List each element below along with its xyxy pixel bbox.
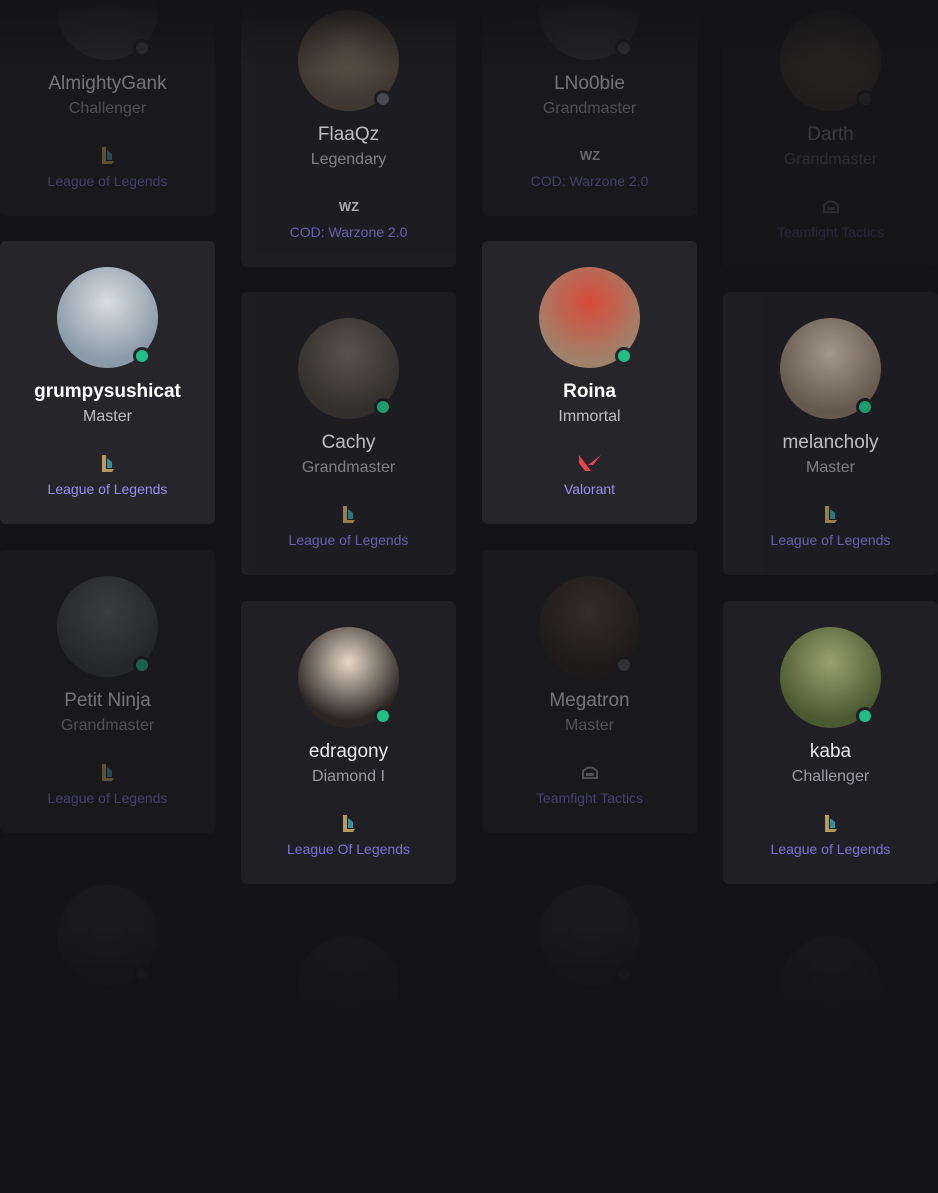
player-rank: Legendary	[310, 151, 387, 168]
game-icon	[241, 1122, 456, 1142]
status-indicator	[615, 347, 633, 365]
player-card[interactable]: LNo0bie Grandmaster WZ COD: Warzone 2.0	[482, 0, 697, 216]
svg-text:WZ: WZ	[579, 148, 599, 163]
league-of-legends-icon	[723, 813, 938, 833]
player-card[interactable]: melancholy Master League of Legends	[723, 292, 938, 575]
player-card[interactable]: AlmightyGank Challenger League of Legends	[0, 0, 215, 216]
game-link[interactable]: Teamfight Tactics	[723, 224, 938, 240]
player-card[interactable]	[482, 859, 697, 1142]
player-card[interactable]: edragony Diamond I League Of Legends	[241, 601, 456, 884]
player-rank: Grandmaster	[60, 717, 155, 734]
player-card[interactable]: grumpysushicat Master League of Legends	[0, 241, 215, 524]
status-indicator	[374, 707, 392, 725]
player-name[interactable]: kaba	[723, 741, 938, 763]
player-name[interactable]: AlmightyGank	[0, 73, 215, 95]
game-link[interactable]: League Of Legends	[241, 841, 456, 857]
game-link[interactable]: League of Legends	[0, 481, 215, 497]
game-icon	[482, 1071, 697, 1091]
league-of-legends-icon	[0, 762, 215, 782]
status-indicator	[856, 707, 874, 725]
player-name[interactable]: grumpysushicat	[0, 381, 215, 403]
status-indicator	[133, 39, 151, 57]
game-icon	[0, 1071, 215, 1091]
player-rank: Challenger	[791, 768, 870, 785]
league-of-legends-icon	[0, 145, 215, 165]
player-card[interactable]	[0, 859, 215, 1142]
player-card[interactable]: kaba Challenger League of Legends	[723, 601, 938, 884]
player-rank: Grandmaster	[301, 459, 396, 476]
league-of-legends-icon	[0, 453, 215, 473]
player-rank: Grandmaster	[783, 151, 878, 168]
valorant-icon	[482, 453, 697, 473]
status-indicator	[856, 90, 874, 108]
player-card[interactable]	[723, 910, 938, 1193]
warzone-icon: WZ	[241, 196, 456, 216]
player-rank: Master	[565, 717, 614, 734]
player-rank: Master	[83, 408, 132, 425]
league-of-legends-icon	[723, 504, 938, 524]
status-indicator	[615, 965, 633, 983]
status-indicator	[374, 1016, 392, 1034]
status-indicator	[133, 965, 151, 983]
game-link[interactable]: COD: Warzone 2.0	[482, 173, 697, 189]
status-indicator	[615, 656, 633, 674]
status-indicator	[856, 398, 874, 416]
player-rank: Diamond I	[312, 768, 385, 785]
game-link[interactable]: League of Legends	[241, 532, 456, 548]
game-icon	[723, 1122, 938, 1142]
player-name[interactable]: edragony	[241, 741, 456, 763]
player-rank: Immortal	[558, 408, 621, 425]
game-link[interactable]: League of Legends	[723, 532, 938, 548]
teamfight-tactics-icon	[723, 196, 938, 216]
svg-text:WZ: WZ	[338, 199, 358, 214]
status-indicator	[615, 39, 633, 57]
player-name[interactable]: FlaaQz	[241, 124, 456, 146]
player-name[interactable]: Cachy	[241, 432, 456, 454]
player-name[interactable]: Petit Ninja	[0, 690, 215, 712]
player-name[interactable]: Darth	[723, 124, 938, 146]
player-name[interactable]: melancholy	[723, 432, 938, 454]
game-link[interactable]: League of Legends	[723, 841, 938, 857]
game-link[interactable]: Valorant	[482, 481, 697, 497]
player-name[interactable]: Roina	[482, 381, 697, 403]
player-grid: AlmightyGank Challenger League of Legends F…	[0, 0, 938, 1193]
status-indicator	[374, 398, 392, 416]
player-rank: Master	[806, 459, 855, 476]
player-card[interactable]: Megatron Master Teamfight Tactics	[482, 550, 697, 833]
player-card[interactable]: Roina Immortal Valorant	[482, 241, 697, 524]
player-card[interactable]: Petit Ninja Grandmaster League of Legends	[0, 550, 215, 833]
warzone-icon: WZ	[482, 145, 697, 165]
player-card[interactable]: Cachy Grandmaster League of Legends	[241, 292, 456, 575]
league-of-legends-icon	[241, 504, 456, 524]
game-link[interactable]: League of Legends	[0, 790, 215, 806]
player-name[interactable]: LNo0bie	[482, 73, 697, 95]
status-indicator	[374, 90, 392, 108]
player-rank: Grandmaster	[542, 100, 637, 117]
player-name[interactable]: Megatron	[482, 690, 697, 712]
player-card[interactable]: Darth Grandmaster Teamfight Tactics	[723, 0, 938, 267]
player-rank: Challenger	[68, 100, 147, 117]
game-link[interactable]: COD: Warzone 2.0	[241, 224, 456, 240]
game-link[interactable]: Teamfight Tactics	[482, 790, 697, 806]
teamfight-tactics-icon	[482, 762, 697, 782]
league-of-legends-icon	[241, 813, 456, 833]
status-indicator	[856, 1016, 874, 1034]
player-card[interactable]	[241, 910, 456, 1193]
game-link[interactable]: League of Legends	[0, 173, 215, 189]
player-card[interactable]: FlaaQz Legendary WZ COD: Warzone 2.0	[241, 0, 456, 267]
status-indicator	[133, 656, 151, 674]
status-indicator	[133, 347, 151, 365]
